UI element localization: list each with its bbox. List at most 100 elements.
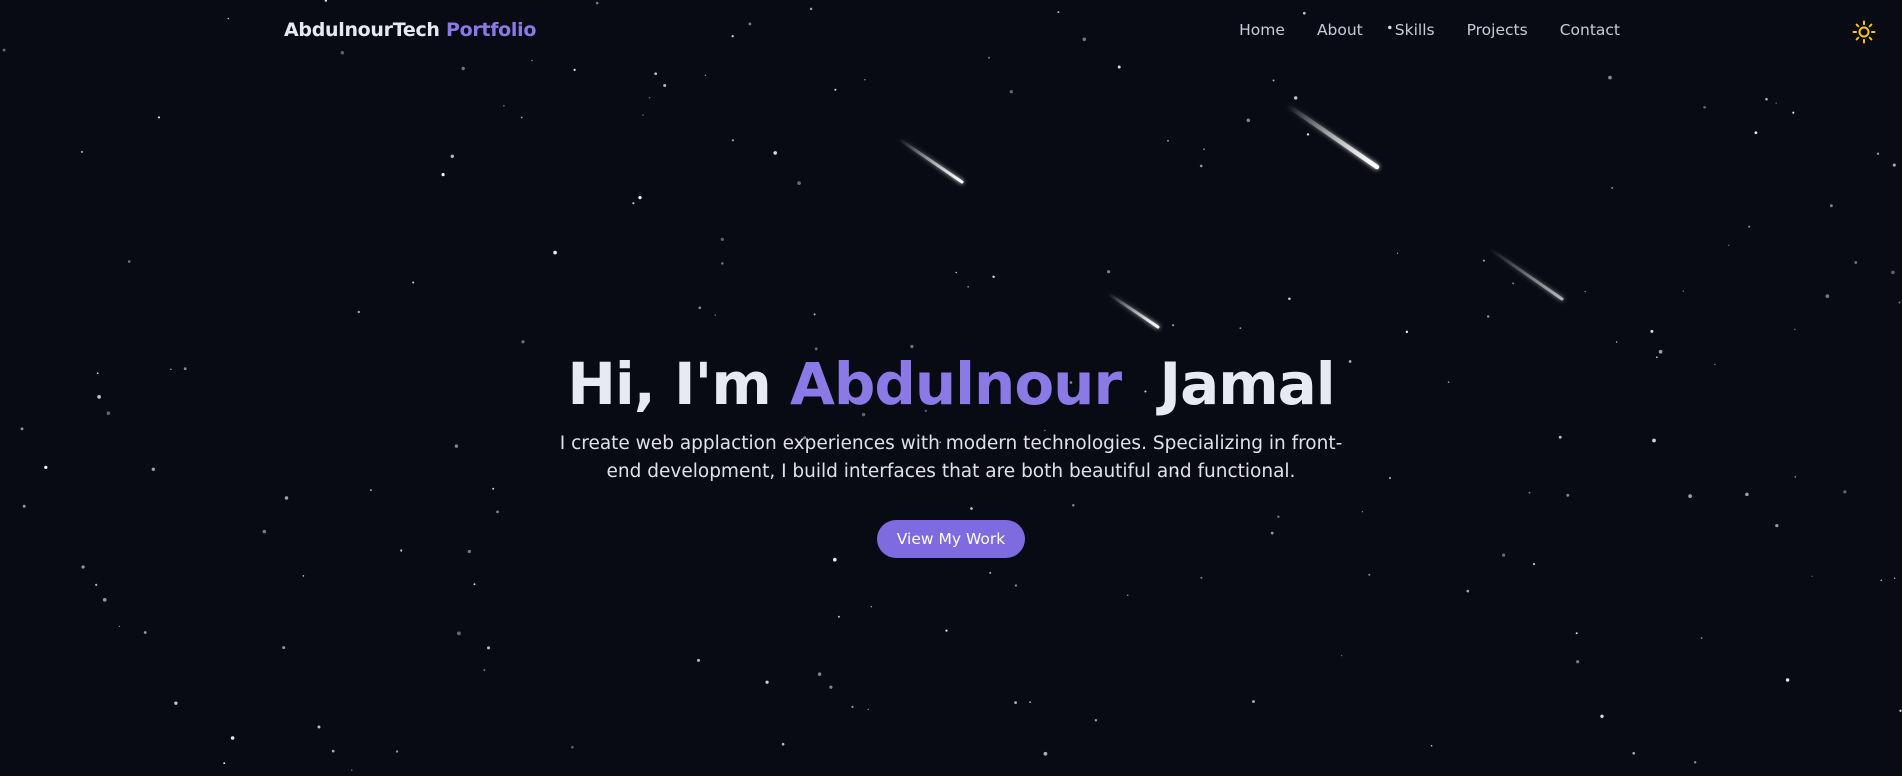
star bbox=[1825, 294, 1830, 298]
star bbox=[1200, 576, 1203, 579]
star bbox=[1203, 148, 1205, 150]
star bbox=[1512, 282, 1515, 285]
shooting-star bbox=[897, 137, 964, 184]
view-my-work-button[interactable]: View My Work bbox=[876, 520, 1026, 558]
star bbox=[95, 583, 98, 586]
nav-home[interactable]: Home bbox=[1239, 21, 1285, 39]
shooting-stars bbox=[897, 102, 1564, 329]
star bbox=[1167, 139, 1169, 142]
star bbox=[102, 597, 107, 602]
star bbox=[698, 306, 702, 310]
star bbox=[1748, 225, 1751, 228]
star bbox=[1009, 90, 1013, 94]
star bbox=[1785, 678, 1790, 682]
star bbox=[654, 72, 658, 76]
star bbox=[829, 685, 833, 689]
star bbox=[1576, 660, 1580, 664]
page: AbdulnourTech Portfolio Home About Skill… bbox=[0, 0, 1902, 776]
star bbox=[731, 139, 735, 142]
star bbox=[1014, 701, 1017, 704]
brand-logo[interactable]: AbdulnourTech Portfolio bbox=[284, 19, 536, 41]
star bbox=[1288, 297, 1291, 301]
star bbox=[127, 260, 131, 263]
star bbox=[765, 680, 769, 684]
star bbox=[1252, 700, 1255, 703]
star bbox=[1854, 261, 1858, 264]
hero-description: I create web applaction experiences with… bbox=[559, 433, 1343, 482]
star bbox=[1775, 102, 1777, 104]
star bbox=[1014, 584, 1018, 587]
star bbox=[1876, 152, 1880, 155]
star bbox=[1898, 301, 1901, 304]
star bbox=[1117, 65, 1121, 69]
star bbox=[1829, 204, 1833, 208]
star bbox=[1608, 75, 1612, 80]
star bbox=[837, 615, 840, 618]
hero-first-name: Abdulnour bbox=[789, 350, 1122, 418]
nav-about[interactable]: About bbox=[1317, 21, 1363, 39]
star bbox=[721, 262, 724, 265]
star bbox=[797, 181, 801, 185]
star bbox=[1107, 270, 1111, 274]
star bbox=[870, 605, 873, 608]
star bbox=[395, 750, 399, 753]
star bbox=[461, 66, 465, 71]
shooting-star bbox=[1107, 292, 1160, 329]
star bbox=[412, 281, 415, 284]
star bbox=[521, 340, 525, 344]
star bbox=[483, 669, 486, 671]
star bbox=[1682, 290, 1684, 292]
main-nav: Home About Skills Projects Contact bbox=[1239, 21, 1620, 39]
star bbox=[1794, 328, 1796, 331]
sun-icon bbox=[1852, 20, 1876, 44]
star bbox=[992, 275, 995, 279]
star bbox=[781, 742, 785, 746]
star bbox=[81, 565, 85, 569]
star bbox=[832, 557, 837, 562]
star bbox=[1894, 577, 1896, 579]
star bbox=[573, 68, 576, 72]
star bbox=[851, 705, 854, 708]
star bbox=[1765, 98, 1768, 101]
star bbox=[638, 195, 642, 200]
shooting-star bbox=[1488, 247, 1564, 301]
star bbox=[1532, 563, 1536, 566]
star bbox=[1892, 163, 1896, 167]
star bbox=[457, 631, 461, 636]
star bbox=[230, 736, 235, 740]
shooting-star bbox=[1284, 102, 1380, 170]
star bbox=[1199, 164, 1203, 168]
star bbox=[487, 646, 490, 650]
theme-toggle-button[interactable] bbox=[1851, 19, 1877, 45]
star bbox=[834, 88, 837, 91]
star bbox=[302, 575, 305, 577]
star bbox=[1396, 252, 1399, 254]
star bbox=[1700, 637, 1703, 639]
star bbox=[118, 625, 120, 627]
star bbox=[1340, 654, 1343, 657]
nav-contact[interactable]: Contact bbox=[1560, 21, 1620, 39]
star bbox=[1728, 244, 1730, 246]
star bbox=[720, 237, 724, 242]
nav-projects[interactable]: Projects bbox=[1467, 21, 1528, 39]
nav-skills[interactable]: Skills bbox=[1395, 21, 1435, 39]
star bbox=[80, 150, 84, 153]
star bbox=[1703, 105, 1706, 109]
star bbox=[1615, 341, 1618, 343]
star bbox=[945, 629, 948, 632]
star bbox=[864, 78, 866, 81]
star bbox=[503, 104, 505, 107]
brand-name: AbdulnourTech bbox=[284, 19, 440, 41]
star bbox=[473, 583, 476, 586]
star bbox=[955, 271, 957, 274]
star bbox=[357, 310, 360, 314]
star bbox=[817, 672, 822, 676]
hero-section: Hi, I'm Abdulnour Jamal I create web app… bbox=[0, 348, 1902, 558]
star bbox=[1694, 761, 1697, 764]
star bbox=[1754, 131, 1758, 135]
star bbox=[1239, 327, 1242, 330]
star bbox=[143, 631, 147, 634]
star bbox=[553, 250, 557, 255]
star bbox=[174, 701, 178, 705]
star bbox=[1811, 575, 1813, 577]
